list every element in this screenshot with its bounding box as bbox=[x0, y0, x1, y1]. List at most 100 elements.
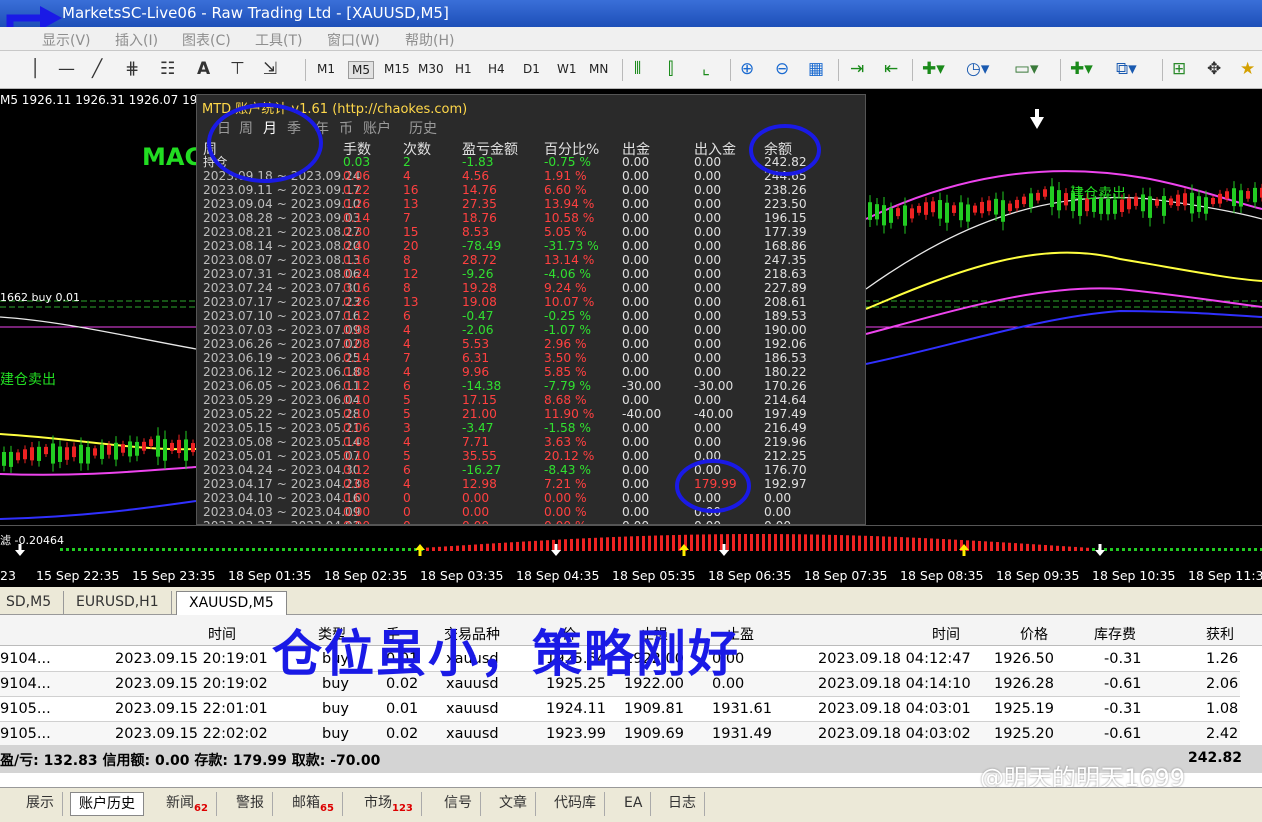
templates-icon[interactable]: ▭▾ bbox=[1014, 59, 1039, 79]
histogram-bar bbox=[198, 548, 201, 551]
stats-tab-week[interactable]: 周 bbox=[239, 118, 253, 138]
overlay-caption: 仓位虽小，策略刚好 bbox=[272, 625, 740, 683]
stats-cell: 8.68 % bbox=[544, 393, 587, 407]
stats-cell: 7.71 bbox=[462, 435, 490, 449]
text-icon[interactable]: A bbox=[197, 59, 210, 79]
histogram-bar bbox=[1062, 546, 1065, 551]
expert-advisors-icon[interactable]: ★ bbox=[1240, 59, 1255, 79]
periods-icon[interactable]: ◷▾ bbox=[966, 59, 989, 79]
table-row[interactable]: 9105... 2023.09.15 22:01:01 buy 0.01 xauusd 1… bbox=[0, 697, 1240, 722]
col-swap[interactable]: 库存费 bbox=[1094, 624, 1136, 644]
tab-alerts[interactable]: 警报 bbox=[228, 792, 273, 816]
symbol-tab-active[interactable]: XAUUSD,M5 bbox=[176, 591, 287, 615]
col-close-time[interactable]: 时间 bbox=[932, 624, 960, 644]
col-close-price[interactable]: 价格 bbox=[1020, 624, 1048, 644]
zoom-out-icon[interactable]: ⊖ bbox=[775, 59, 789, 79]
tile-windows-icon[interactable]: ▦ bbox=[808, 59, 824, 79]
tab-journal[interactable]: 日志 bbox=[660, 792, 705, 816]
candle-body bbox=[966, 204, 970, 222]
table-cell: 2023.09.15 22:01:01 bbox=[115, 701, 268, 717]
vertical-line-icon[interactable]: │ bbox=[30, 59, 40, 79]
timeframe-m5[interactable]: M5 bbox=[348, 61, 374, 79]
menu-window[interactable]: 窗口(W) bbox=[327, 30, 380, 50]
symbol-tab[interactable]: SD,M5 bbox=[0, 591, 65, 615]
text-label-icon[interactable]: ⊤ bbox=[230, 59, 245, 79]
bar-chart-icon[interactable]: ⫴ bbox=[634, 59, 641, 79]
auto-scroll-icon[interactable]: ⇥ bbox=[850, 59, 864, 79]
menu-tools[interactable]: 工具(T) bbox=[255, 30, 302, 50]
tab-experts[interactable]: EA bbox=[616, 792, 652, 816]
histogram-bar bbox=[834, 534, 837, 551]
symbol-tab[interactable]: EURUSD,H1 bbox=[64, 591, 172, 615]
candle-body bbox=[184, 439, 188, 461]
timeframe-mn[interactable]: MN bbox=[586, 61, 611, 77]
menu-view[interactable]: 显示(V) bbox=[42, 30, 91, 50]
arrows-icon[interactable]: ⇲ bbox=[263, 59, 277, 79]
stats-cell: 6 bbox=[403, 379, 411, 393]
time-tick: 18 Sep 05:35 bbox=[612, 568, 696, 583]
histogram-bar bbox=[336, 548, 339, 551]
line-chart-icon[interactable]: ⌞ bbox=[702, 59, 710, 79]
stats-tab-year[interactable]: 年 bbox=[315, 118, 329, 138]
chart-shift-icon[interactable]: ⇤ bbox=[884, 59, 898, 79]
stats-cell: 11.90 % bbox=[544, 407, 595, 421]
tab-mailbox[interactable]: 邮箱65 bbox=[284, 792, 343, 816]
stats-cell: 2023.06.12 ~ 2023.06.18 bbox=[203, 365, 361, 379]
tab-news[interactable]: 新闻62 bbox=[158, 792, 217, 816]
stats-cell: 223.50 bbox=[764, 197, 807, 211]
tab-signals[interactable]: 信号 bbox=[436, 792, 481, 816]
tab-articles[interactable]: 文章 bbox=[491, 792, 536, 816]
candle-body bbox=[107, 444, 111, 455]
stats-tab-day[interactable]: 日 bbox=[217, 118, 231, 138]
timeframe-d1[interactable]: D1 bbox=[520, 61, 543, 77]
market-watch-icon[interactable]: ⊞ bbox=[1172, 59, 1186, 79]
histogram-bar bbox=[498, 542, 501, 551]
stats-cell: 0.08 bbox=[343, 477, 371, 491]
indicators-icon[interactable]: ✚▾ bbox=[922, 59, 945, 79]
table-row[interactable]: 9105... 2023.09.15 22:02:02 buy 0.02 xauusd 1… bbox=[0, 722, 1240, 747]
timeframe-m1[interactable]: M1 bbox=[314, 61, 338, 77]
profiles-icon[interactable]: ⧉▾ bbox=[1116, 59, 1137, 79]
timeframe-m30[interactable]: M30 bbox=[415, 61, 447, 77]
stats-cell: 0.00 bbox=[694, 239, 722, 253]
timeframe-h4[interactable]: H4 bbox=[485, 61, 508, 77]
timeframe-w1[interactable]: W1 bbox=[554, 61, 580, 77]
candle-body bbox=[23, 449, 27, 460]
stats-cell: 186.53 bbox=[764, 351, 807, 365]
candlestick-icon[interactable]: ⫿ bbox=[668, 59, 673, 79]
stats-cell: 12.98 bbox=[462, 477, 497, 491]
stats-cell: 0.00 bbox=[622, 225, 650, 239]
menu-charts[interactable]: 图表(C) bbox=[182, 30, 231, 50]
col-profit[interactable]: 获利 bbox=[1206, 624, 1234, 644]
tab-exposure[interactable]: 展示 bbox=[18, 792, 63, 816]
stats-tab-quarter[interactable]: 季 bbox=[287, 118, 301, 138]
crosshair-icon[interactable]: ✥ bbox=[1207, 59, 1221, 79]
stats-row: 2023.05.29 ~ 2023.06.04 0.10 5 17.15 8.68 % 0… bbox=[197, 393, 865, 407]
histogram-bar bbox=[120, 548, 123, 551]
stats-tab-history[interactable]: 历史 bbox=[409, 118, 437, 138]
tab-code-base[interactable]: 代码库 bbox=[546, 792, 605, 816]
indicator-subwindow[interactable]: 滤 -0.20464 bbox=[0, 525, 1262, 565]
histogram-bar bbox=[732, 534, 735, 551]
stats-row: 2023.04.03 ~ 2023.04.09 0.00 0 0.00 0.00 % 0.… bbox=[197, 505, 865, 519]
col-open-time[interactable]: 时间 bbox=[208, 624, 236, 644]
chart-indicator-label: MAC bbox=[142, 143, 203, 171]
stats-tab-currency[interactable]: 币 bbox=[339, 118, 353, 138]
horizontal-line-icon[interactable]: — bbox=[58, 59, 75, 79]
stats-tab-month[interactable]: 月 bbox=[263, 118, 277, 138]
timeframe-m15[interactable]: M15 bbox=[381, 61, 413, 77]
menu-insert[interactable]: 插入(I) bbox=[115, 30, 158, 50]
tab-market[interactable]: 市场123 bbox=[356, 792, 422, 816]
trendline-icon[interactable]: ╱ bbox=[92, 59, 102, 79]
zoom-in-icon[interactable]: ⊕ bbox=[740, 59, 754, 79]
menu-help[interactable]: 帮助(H) bbox=[405, 30, 454, 50]
stats-cell: 170.26 bbox=[764, 379, 807, 393]
tab-account-history[interactable]: 账户历史 bbox=[70, 792, 144, 816]
timeframe-h1[interactable]: H1 bbox=[452, 61, 475, 77]
fibonacci-icon[interactable]: ⋕ bbox=[125, 59, 139, 79]
candle-body bbox=[1134, 196, 1138, 206]
new-order-icon[interactable]: ✚▾ bbox=[1070, 59, 1093, 79]
histogram-bar bbox=[750, 534, 753, 551]
stats-tab-account[interactable]: 账户 bbox=[363, 118, 391, 138]
channel-icon[interactable]: ☷ bbox=[160, 59, 175, 79]
